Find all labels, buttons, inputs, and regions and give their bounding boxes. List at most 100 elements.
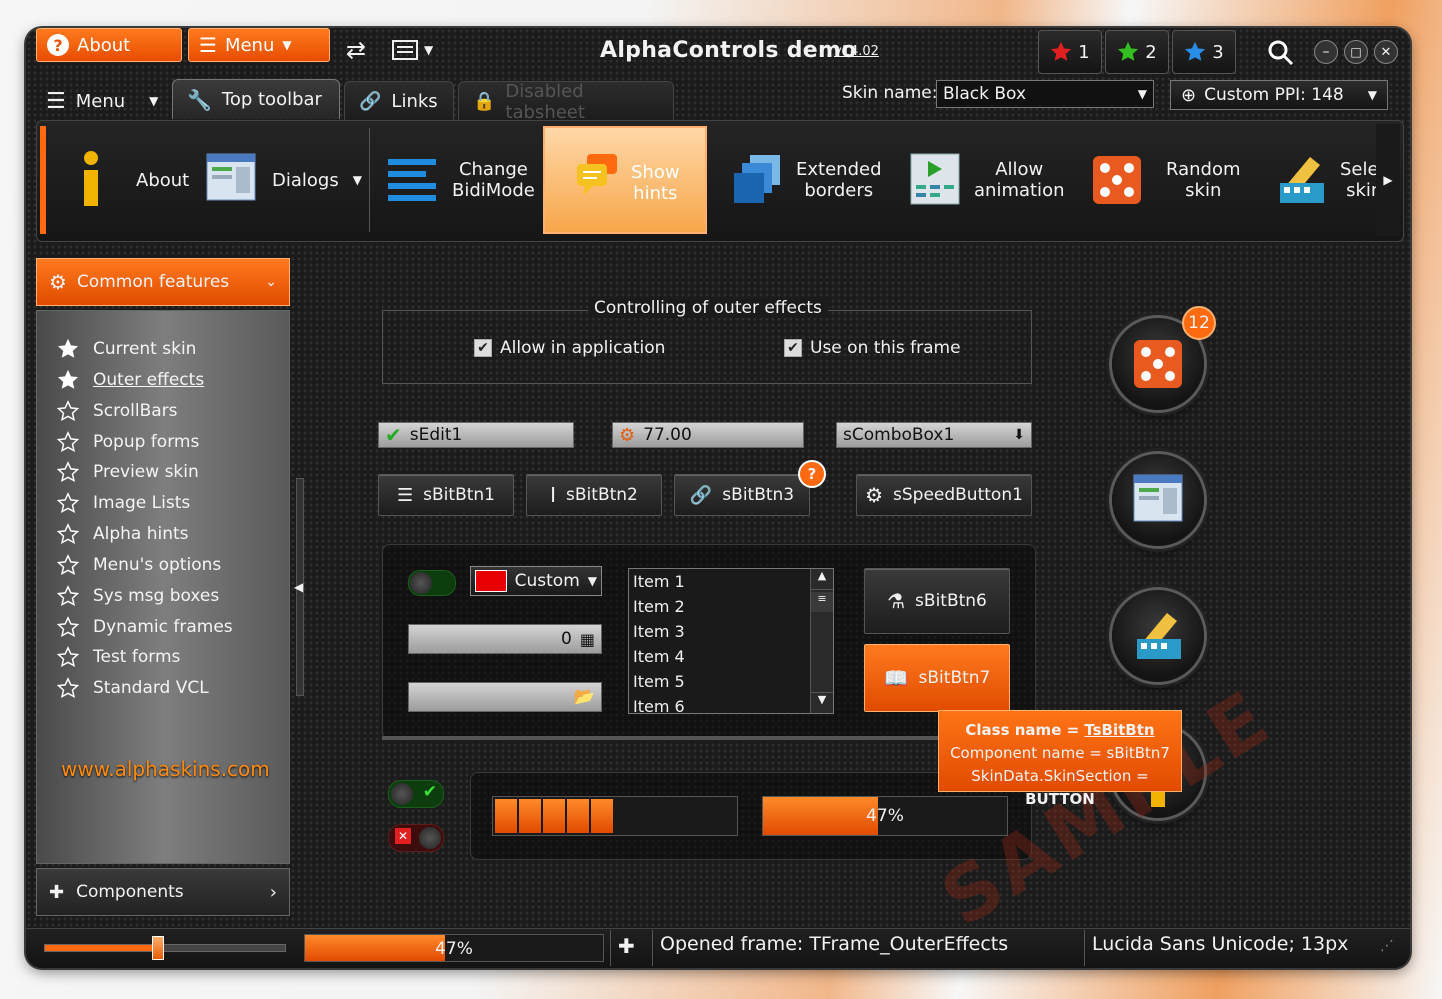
toolbar-dialogs[interactable]: Dialogs ▼ [206,126,362,234]
chevron-down-icon: ⌄ [265,274,277,290]
list-item[interactable]: Item 1 [629,569,833,594]
tab-top-toolbar[interactable]: 🔧 Top toolbar [172,79,340,119]
list-dropdown-button[interactable]: ▼ [392,40,433,60]
listbox-scrollbar[interactable]: ▲ ≡ ▼ [810,569,833,713]
toolbar-select-skin[interactable]: Selec skin [1276,126,1388,234]
help-badge: ? [798,460,826,488]
menu-dropdown[interactable]: ☰ Menu ▼ [46,86,158,116]
skin-name-combo[interactable]: Black Box ▼ [936,80,1154,108]
dialogs-round-button[interactable] [1112,454,1204,546]
star-outline-icon [57,677,79,699]
calc-edit[interactable]: 0 ▦ [408,624,602,654]
list-item[interactable]: Item 2 [629,594,833,619]
toolbar-bidimode[interactable]: Change BidiMode [386,126,535,234]
red-star-icon [1051,41,1072,61]
text-cursor-icon: I [550,483,557,507]
scroll-down-icon[interactable]: ▼ [811,692,833,713]
dice-icon [1093,156,1141,204]
sidebar-item-popup-forms[interactable]: Popup forms [57,430,199,454]
sbitbtn2[interactable]: I sBitBtn2 [526,474,662,516]
chevron-right-icon: › [269,881,277,903]
resize-grip-icon[interactable]: ⋰ [1380,938,1394,954]
allow-in-application-checkbox[interactable]: ✔ Allow in application [474,338,665,358]
toolbar-random-skin[interactable]: Random skin [1092,126,1241,234]
status-progress-label: 47% [435,939,473,959]
star-outline-icon [57,646,79,668]
sidebar-item-menus-options[interactable]: Menu's options [57,553,221,577]
blue-star-icon [1185,41,1206,61]
version-link[interactable]: v14.02 [834,44,879,59]
minimize-button[interactable]: – [1314,40,1338,64]
sspeedbutton1[interactable]: ⚙ sSpeedButton1 [856,474,1032,516]
color-combo[interactable]: Custom ▼ [470,566,602,596]
maximize-button[interactable]: □ [1344,40,1368,64]
status-slider[interactable] [44,936,286,960]
sidebar-item-sys-msg-boxes[interactable]: Sys msg boxes [57,584,219,608]
list-item[interactable]: Item 5 [629,669,833,694]
puzzle-icon: ✚ [49,881,65,903]
close-button[interactable]: ✕ [1374,40,1398,64]
item-listbox[interactable]: Item 1 Item 2 Item 3 Item 4 Item 5 Item … [628,568,834,714]
use-on-this-frame-checkbox[interactable]: ✔ Use on this frame [784,338,961,358]
scroll-thumb[interactable]: ≡ [811,592,833,612]
status-font: Lucida Sans Unicode; 13px [1092,933,1349,955]
tab-2[interactable]: 2 [1105,30,1169,74]
progress-segment [687,799,709,833]
list-item[interactable]: Item 4 [629,644,833,669]
toolbar-scroll-right[interactable]: ▶ [1376,124,1400,236]
about-button[interactable]: ? About [36,28,182,62]
color-swatch [475,570,507,592]
tab-disabled: 🔒 Disabled tabsheet [458,81,674,123]
sidebar-item-image-lists[interactable]: Image Lists [57,491,190,515]
sidebar-item-standard-vcl[interactable]: Standard VCL [57,676,209,700]
toolbar-show-hints[interactable]: Show hints [543,126,707,234]
toolbar-extended-borders[interactable]: Extended borders [732,126,882,234]
toolbar-separator [369,128,370,232]
components-section[interactable]: ✚ Components › [36,868,290,916]
collapse-arrow-icon[interactable]: ◀ [294,580,303,594]
sbitbtn6[interactable]: ⚗ sBitBtn6 [864,568,1010,634]
sbitbtn1[interactable]: ☰ sBitBtn1 [378,474,514,516]
progress-segment [543,799,565,833]
select-skin-round-button[interactable] [1112,590,1204,682]
sidebar-item-scrollbars[interactable]: ScrollBars [57,399,178,423]
sidebar-item-alpha-hints[interactable]: Alpha hints [57,522,189,546]
sidebar-header[interactable]: ⚙ Common features ⌄ [36,258,290,306]
custom-ppi-button[interactable]: ⊕ Custom PPI: 148 ▼ [1170,80,1388,110]
dice-icon [1134,340,1182,388]
list-item[interactable]: Item 6 [629,694,833,713]
swap-icon[interactable]: ⇄ [346,36,366,64]
toggle-switch-off[interactable] [408,570,456,596]
toggle-switch-error[interactable]: ✕ [388,824,444,852]
sbitbtn3[interactable]: 🔗 sBitBtn3 [674,474,810,516]
palette-icon [1137,613,1181,659]
sidebar-panel: Current skin Outer effects ScrollBars Po… [36,310,290,864]
list-icon [392,40,418,60]
list-item[interactable]: Item 3 [629,619,833,644]
tab-1[interactable]: 1 [1038,30,1102,74]
menu-button[interactable]: ☰ Menu ▼ [188,28,330,62]
sbitbtn7[interactable]: 📖 sBitBtn7 [864,644,1010,712]
tab-3[interactable]: 3 [1172,30,1236,74]
sedit1-field[interactable]: ✔ sEdit1 [378,422,574,448]
scroll-up-icon[interactable]: ▲ [811,569,833,590]
scombobox1[interactable]: sComboBox1 ⬇ [836,422,1032,448]
flask-icon: ⚗ [887,589,906,613]
website-link[interactable]: www.alphaskins.com [61,757,270,781]
sidebar-item-current-skin[interactable]: Current skin [57,337,196,361]
search-icon[interactable] [1268,40,1294,66]
spin-edit[interactable]: ⚙ 77.00 [612,422,804,448]
directory-edit[interactable]: 📂 [408,682,602,712]
sidebar-item-outer-effects[interactable]: Outer effects [57,368,204,392]
slider-thumb[interactable] [151,936,164,960]
chevron-down-icon: ▼ [1137,87,1147,101]
sidebar-item-preview-skin[interactable]: Preview skin [57,460,199,484]
tab-links[interactable]: 🔗 Links [344,81,454,121]
sidebar-item-test-forms[interactable]: Test forms [57,645,180,669]
toolbar-accent [40,126,46,234]
toggle-switch-on[interactable]: ✔ [388,780,444,808]
toolbar-about[interactable]: About [76,126,189,234]
sidebar-item-dynamic-frames[interactable]: Dynamic frames [57,615,233,639]
star-outline-icon [57,492,79,514]
toolbar-allow-animation[interactable]: Allow animation [910,126,1064,234]
